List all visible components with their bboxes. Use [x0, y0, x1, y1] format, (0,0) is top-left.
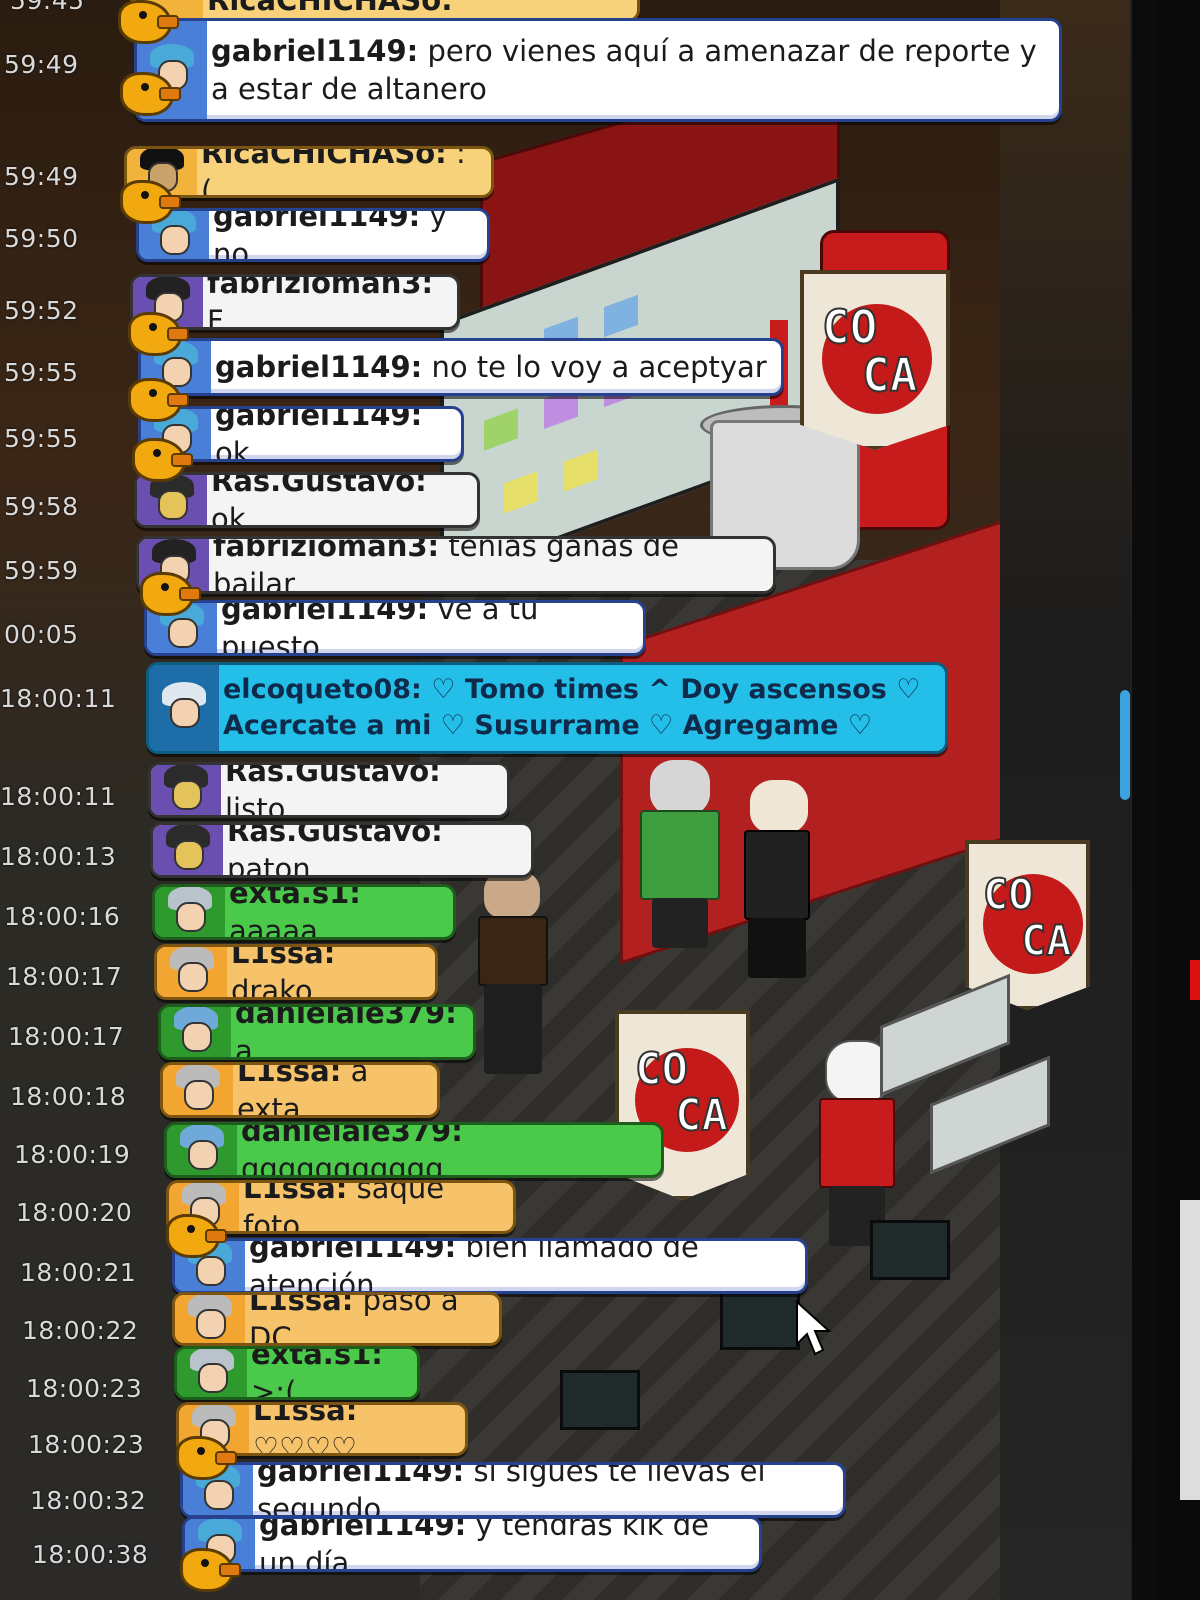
chat-username[interactable]: RicaCHICHASo: — [207, 0, 453, 17]
chat-username[interactable]: gabriel1149: — [213, 211, 420, 233]
chat-username[interactable]: gabriel1149: — [257, 1465, 464, 1488]
duck-badge-icon — [120, 72, 181, 116]
chat-bubble[interactable]: danielale379: qqqqqqqqqqq — [164, 1122, 664, 1178]
chat-text: >:( — [251, 1375, 297, 1400]
dark-cap-avatar-icon[interactable] — [137, 475, 207, 525]
chat-username[interactable]: danielale379: — [241, 1125, 463, 1148]
chat-username[interactable]: exta.s1: — [251, 1349, 383, 1371]
chat-text: a — [235, 1034, 253, 1060]
chat-bubble[interactable]: gabriel1149: si sigues te llevas el segu… — [180, 1462, 846, 1518]
chat-bubble[interactable]: gabriel1149: pero vienes aquí a amenazar… — [134, 18, 1062, 122]
silver-hair-avatar-icon[interactable] — [155, 887, 225, 937]
chat-text: qqqqqqqqqqq — [241, 1152, 444, 1178]
chat-username[interactable]: Ras.Gustavo: — [211, 475, 427, 498]
duck-badge-icon — [128, 378, 189, 422]
dark-cap-avatar-icon[interactable] — [151, 765, 221, 815]
chat-bubble[interactable]: fabrizioman3: tenias ganas de bailar — [136, 536, 776, 594]
chat-text: listo — [225, 792, 286, 818]
chat-text: ok — [215, 436, 250, 462]
screen-edge-accent — [1190, 960, 1200, 1000]
chat-bubble[interactable]: elcoqueto08: ♡ Tomo times ^ Doy ascensos… — [146, 662, 948, 754]
chat-username[interactable]: L1ssa: — [253, 1405, 357, 1427]
chat-text: paton — [227, 852, 311, 878]
chat-username[interactable]: RicaCHICHASo: — [201, 149, 447, 170]
chat-bubble[interactable]: gabriel1149: y tendrás kik de un día — [182, 1516, 762, 1572]
blue-cap-avatar-icon[interactable] — [167, 1125, 237, 1175]
chat-bubble[interactable]: L1ssa: drako — [154, 944, 438, 1000]
blue-cap-avatar-icon[interactable] — [161, 1007, 231, 1057]
chat-username[interactable]: exta.s1: — [229, 887, 361, 910]
duck-badge-icon — [176, 1436, 237, 1480]
chat-text: ♡♡♡♡ — [253, 1431, 357, 1456]
dark-cap-avatar-icon[interactable] — [153, 825, 223, 875]
chat-username[interactable]: gabriel1149: — [211, 34, 418, 68]
mouse-cursor-icon — [796, 1300, 832, 1356]
chat-text: aaaaa — [229, 914, 318, 940]
chat-username[interactable]: L1ssa: — [249, 1295, 353, 1317]
chat-username[interactable]: Ras.Gustavo: — [225, 765, 441, 788]
duck-badge-icon — [120, 180, 181, 224]
chat-bubble[interactable]: danielale379: a — [158, 1004, 476, 1060]
chat-bubble[interactable]: L1ssa: a exta — [160, 1062, 440, 1118]
chat-bubble[interactable]: gabriel1149: bien llamado de atención — [172, 1238, 808, 1294]
duck-badge-icon — [128, 312, 189, 356]
chat-scrollbar-track[interactable] — [1130, 0, 1158, 1600]
patterned-hair-avatar-icon[interactable] — [163, 1065, 233, 1115]
chat-username[interactable]: elcoqueto08: — [223, 674, 422, 705]
chat-bubble[interactable]: exta.s1: aaaaa — [152, 884, 456, 940]
chat-username[interactable]: fabrizioman3: — [207, 277, 433, 300]
chat-username[interactable]: gabriel1149: — [259, 1519, 466, 1542]
duck-badge-icon — [140, 572, 201, 616]
chat-bubble[interactable]: gabriel1149: no te lo voy a aceptyar — [138, 338, 784, 396]
chat-text: no te lo voy a aceptyar — [431, 350, 767, 384]
chat-bubble[interactable]: Ras.Gustavo: paton — [150, 822, 534, 878]
chat-username[interactable]: L1ssa: — [243, 1183, 347, 1205]
duck-badge-icon — [132, 438, 193, 482]
screen-edge-accent — [1180, 1200, 1200, 1500]
chat-username[interactable]: gabriel1149: — [215, 409, 422, 432]
silver-hair-avatar-icon[interactable] — [177, 1349, 247, 1397]
patterned-hair-avatar-icon[interactable] — [157, 947, 227, 997]
chat-username[interactable]: Ras.Gustavo: — [227, 825, 443, 848]
white-hair-avatar-icon[interactable] — [149, 665, 219, 751]
chat-bubble[interactable]: L1ssa: paso a DC — [172, 1292, 502, 1346]
chat-text: ok — [211, 502, 246, 528]
chat-log: RicaCHICHASo: gabriel1149: pero vienes a… — [0, 0, 1120, 1600]
chat-bubble[interactable]: RicaCHICHASo: :( — [124, 146, 494, 198]
chat-username[interactable]: L1ssa: — [231, 947, 335, 970]
chat-text: F — [207, 304, 224, 330]
chat-bubble[interactable]: gabriel1149: y no — [136, 208, 490, 262]
chat-bubble[interactable]: gabriel1149: ve a tu puesto — [144, 600, 646, 656]
chat-username[interactable]: gabriel1149: — [215, 350, 422, 384]
chat-username[interactable]: fabrizioman3: — [213, 539, 439, 563]
chat-bubble[interactable]: Ras.Gustavo: ok — [134, 472, 480, 528]
duck-badge-icon — [166, 1214, 227, 1258]
duck-badge-icon — [118, 0, 179, 44]
chat-text: drako — [231, 974, 313, 1000]
chat-scrollbar-thumb[interactable] — [1120, 690, 1130, 800]
chat-bubble[interactable]: L1ssa: saque foto — [166, 1180, 516, 1234]
chat-username[interactable]: gabriel1149: — [249, 1241, 456, 1264]
chat-username[interactable]: gabriel1149: — [221, 603, 428, 626]
patterned-hair-avatar-icon[interactable] — [175, 1295, 245, 1343]
chat-bubble[interactable]: fabrizioman3: F — [130, 274, 460, 330]
chat-username[interactable]: danielale379: — [235, 1007, 457, 1030]
chat-bubble[interactable]: Ras.Gustavo: listo — [148, 762, 510, 818]
chat-username[interactable]: L1ssa: — [237, 1065, 341, 1088]
duck-badge-icon — [180, 1548, 241, 1592]
chat-bubble[interactable]: exta.s1: >:( — [174, 1346, 420, 1400]
